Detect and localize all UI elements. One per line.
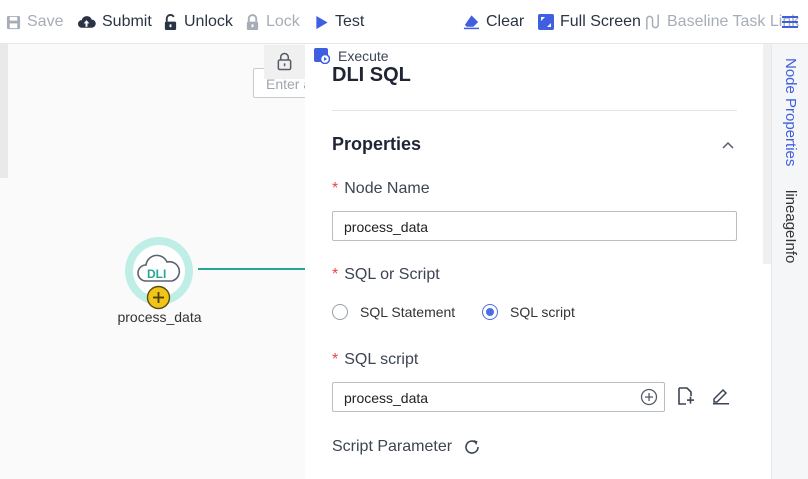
- node-name-input[interactable]: process_data: [332, 211, 737, 241]
- menu-icon[interactable]: [782, 14, 798, 35]
- node-name-value: process_data: [344, 219, 429, 235]
- test-button[interactable]: Test: [315, 12, 364, 32]
- right-tab-bar: Node Properties lineageInfo: [771, 44, 808, 479]
- properties-section-title: Properties: [332, 134, 422, 154]
- edit-pencil-icon[interactable]: [711, 386, 730, 410]
- canvas-lock-toggle[interactable]: [264, 45, 305, 79]
- sql-script-label: * SQL script: [332, 351, 418, 369]
- submit-button[interactable]: Submit: [77, 12, 152, 32]
- required-mark: *: [332, 266, 339, 283]
- lock-icon: [246, 13, 259, 30]
- lock-button[interactable]: Lock: [245, 12, 300, 32]
- canvas-lock-icon: [277, 52, 292, 71]
- sql-or-script-label: * SQL or Script: [332, 266, 440, 284]
- eraser-icon: [463, 15, 480, 30]
- radio-sql-statement[interactable]: SQL Statement: [332, 302, 455, 322]
- canvas-scrollbar[interactable]: [0, 44, 8, 178]
- node-label: process_data: [117, 309, 202, 325]
- baseline-task-link-button[interactable]: Baseline Task Link: [644, 12, 799, 32]
- sql-or-script-label-text: SQL or Script: [344, 266, 440, 283]
- save-label: Save: [27, 13, 64, 30]
- sql-script-select[interactable]: process_data: [332, 382, 665, 412]
- baseline-task-link-label: Baseline Task Link: [667, 13, 800, 30]
- script-parameter-label: Script Parameter: [332, 438, 452, 456]
- save-icon: [6, 15, 21, 29]
- cloud-upload-icon: [77, 16, 96, 28]
- unlock-icon: [164, 13, 177, 30]
- submit-label: Submit: [102, 13, 152, 30]
- save-button[interactable]: Save: [6, 12, 63, 32]
- unlock-button[interactable]: Unlock: [163, 12, 233, 32]
- fullscreen-icon: [538, 14, 554, 30]
- collapse-chevron-icon[interactable]: [721, 137, 735, 155]
- refresh-icon[interactable]: [463, 438, 481, 461]
- full-screen-label: Full Screen: [560, 13, 641, 30]
- radio-sql-statement-dot[interactable]: [332, 304, 348, 320]
- node-name-label: * Node Name: [332, 180, 430, 198]
- node-link-line: [198, 268, 305, 270]
- node-name-label-text: Node Name: [344, 180, 430, 197]
- clear-button[interactable]: Clear: [463, 12, 524, 32]
- required-mark: *: [332, 180, 339, 197]
- execute-icon: [314, 48, 330, 64]
- panel-scrollbar[interactable]: [763, 44, 771, 264]
- execute-label: Execute: [338, 48, 389, 64]
- play-icon: [316, 15, 328, 29]
- script-parameter-label-text: Script Parameter: [332, 438, 453, 455]
- radio-sql-script-label: SQL script: [510, 304, 575, 320]
- sql-script-label-text: SQL script: [344, 351, 419, 368]
- clear-label: Clear: [486, 13, 525, 30]
- lock-label: Lock: [266, 13, 300, 30]
- tab-lineage-info[interactable]: lineageInfo: [782, 190, 799, 263]
- unlock-label: Unlock: [184, 13, 233, 30]
- sql-script-value: process_data: [344, 390, 429, 406]
- required-mark: *: [332, 351, 339, 368]
- add-node-icon[interactable]: [146, 285, 171, 310]
- radio-sql-statement-label: SQL Statement: [360, 304, 456, 320]
- full-screen-button[interactable]: Full Screen: [538, 12, 641, 32]
- panel-title: DLI SQL: [332, 64, 411, 86]
- test-label: Test: [335, 13, 365, 30]
- dli-badge: DLI: [147, 267, 167, 281]
- link-path-icon: [646, 14, 659, 30]
- tab-node-properties[interactable]: Node Properties: [782, 58, 799, 166]
- top-toolbar: Save Submit Unlock Lock Test Clear Full …: [0, 0, 808, 44]
- new-file-icon[interactable]: [677, 387, 695, 411]
- panel-divider: [332, 110, 737, 111]
- radio-sql-script[interactable]: SQL script: [482, 302, 575, 322]
- add-circle-icon[interactable]: [640, 388, 658, 411]
- execute-button[interactable]: Execute: [314, 47, 389, 65]
- radio-sql-script-dot[interactable]: [482, 304, 498, 320]
